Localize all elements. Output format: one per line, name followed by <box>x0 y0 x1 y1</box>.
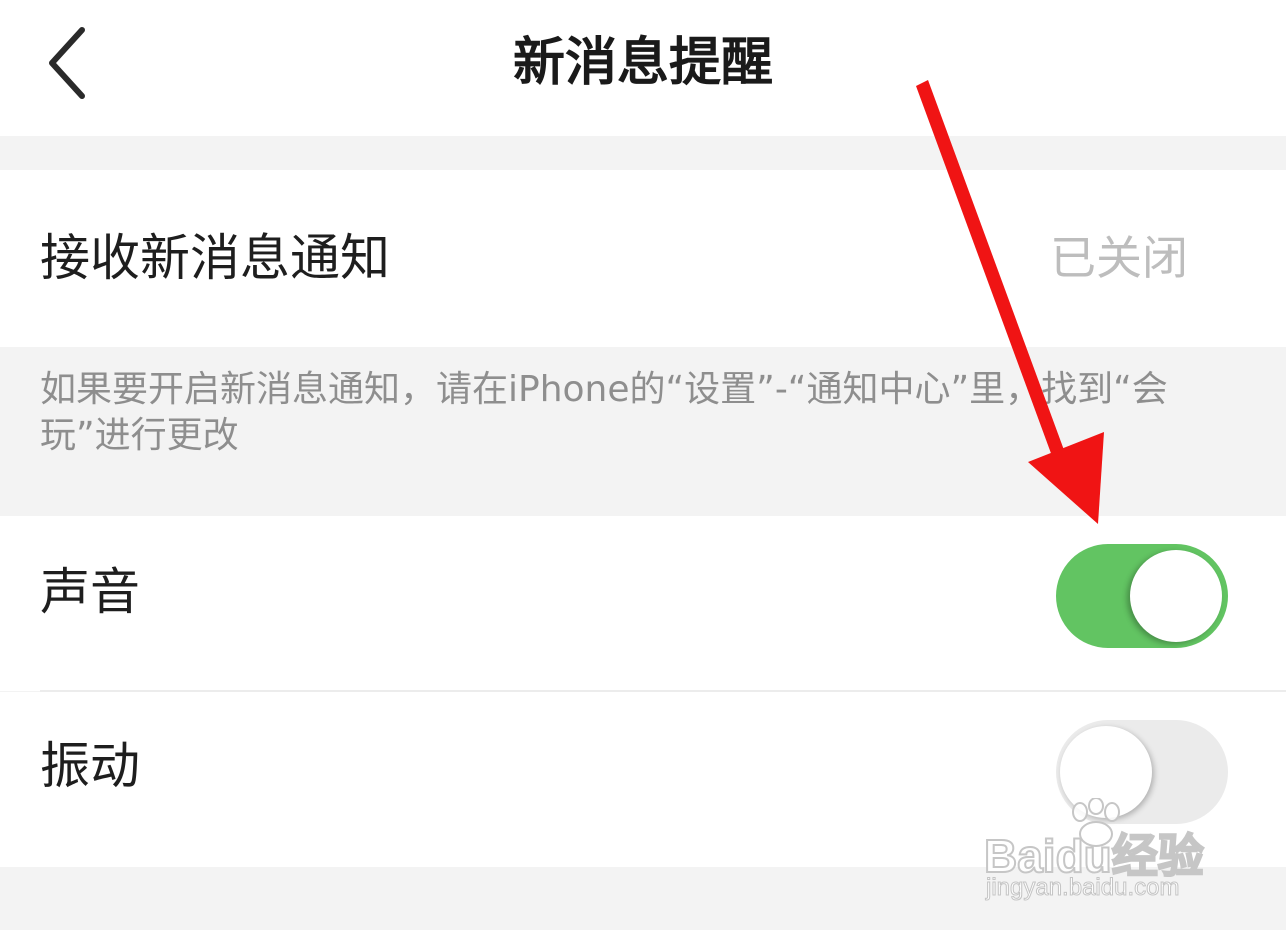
receive-notifications-label: 接收新消息通知 <box>40 229 390 287</box>
receive-notifications-row[interactable]: 接收新消息通知 已关闭 <box>0 170 1286 347</box>
vibrate-toggle[interactable] <box>1056 720 1228 824</box>
notification-hint-text: 如果要开启新消息通知，请在iPhone的“设置”-“通知中心”里，找到“会玩”进… <box>40 369 1168 456</box>
watermark-url: jingyan.baidu.com <box>985 874 1180 902</box>
vibrate-row: 振动 <box>0 692 1286 867</box>
vibrate-label: 振动 <box>40 737 140 795</box>
toggle-knob <box>1060 726 1152 818</box>
navigation-bar: 新消息提醒 <box>0 0 1286 136</box>
toggle-knob <box>1130 550 1222 642</box>
sound-row: 声音 <box>0 516 1286 691</box>
sound-label: 声音 <box>40 563 140 621</box>
page-title: 新消息提醒 <box>512 33 773 93</box>
sound-toggle[interactable] <box>1056 544 1228 648</box>
receive-notifications-status: 已关闭 <box>1050 231 1188 285</box>
